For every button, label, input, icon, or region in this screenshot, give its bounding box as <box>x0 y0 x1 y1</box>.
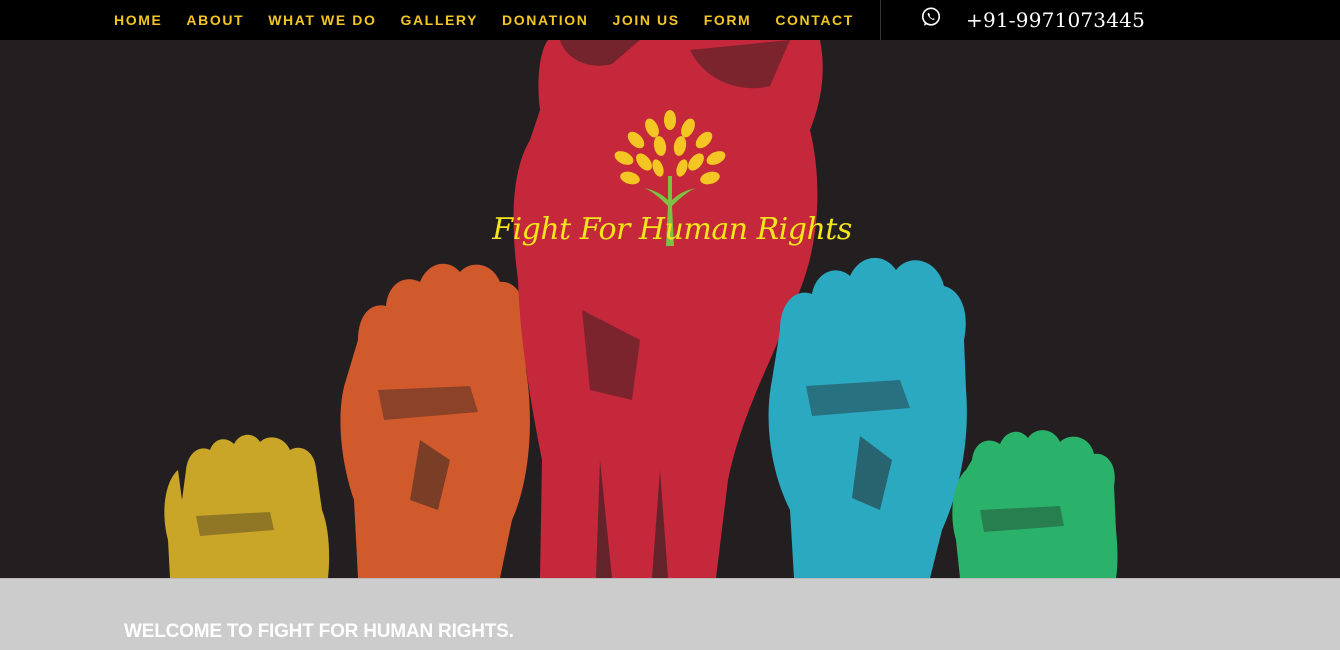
whatsapp-icon <box>921 7 941 26</box>
blue-fist-icon <box>768 257 967 578</box>
nav-about[interactable]: ABOUT <box>186 0 244 40</box>
yellow-fist-icon <box>164 434 330 578</box>
nav-gallery[interactable]: GALLERY <box>400 0 478 40</box>
green-fist-icon <box>952 430 1118 578</box>
top-navigation-bar: HOME ABOUT WHAT WE DO GALLERY DONATION J… <box>0 0 1340 40</box>
nav-donation[interactable]: DONATION <box>502 0 588 40</box>
phone-number[interactable]: +91-9971073445 <box>966 8 1145 32</box>
orange-fist-icon <box>340 263 530 578</box>
main-menu: HOME ABOUT WHAT WE DO GALLERY DONATION J… <box>114 0 854 40</box>
nav-contact[interactable]: CONTACT <box>775 0 854 40</box>
nav-join-us[interactable]: JOIN US <box>612 0 679 40</box>
nav-form[interactable]: FORM <box>704 0 752 40</box>
welcome-heading: WELCOME TO FIGHT FOR HUMAN RIGHTS. <box>124 621 514 642</box>
hero-banner: Fight For Human Rights <box>0 40 1340 578</box>
brand-title: Fight For Human Rights <box>492 212 852 247</box>
nav-divider <box>880 0 881 40</box>
welcome-section: WELCOME TO FIGHT FOR HUMAN RIGHTS. <box>0 578 1340 650</box>
nav-what-we-do[interactable]: WHAT WE DO <box>268 0 376 40</box>
nav-home[interactable]: HOME <box>114 0 162 40</box>
phone-contact[interactable]: +91-9971073445 <box>920 0 1145 40</box>
